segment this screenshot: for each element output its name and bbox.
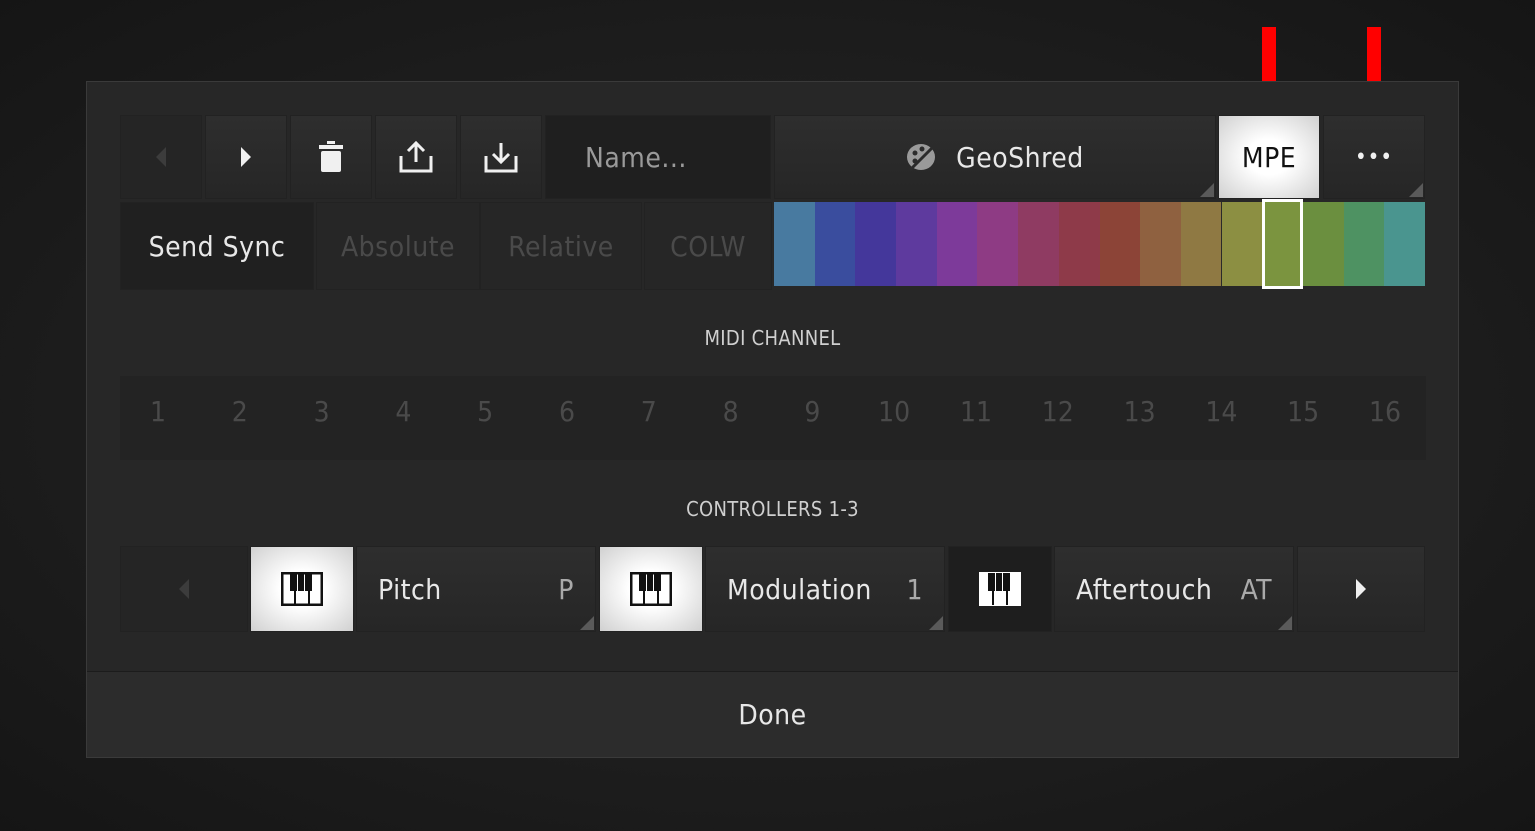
controller-1-name: Pitch [378, 572, 442, 606]
chevron-left-icon [179, 579, 189, 599]
midi-channel-6[interactable]: 6 [537, 395, 597, 428]
color-swatch[interactable] [1384, 202, 1426, 286]
controller-1-keyboard-button[interactable] [250, 546, 354, 632]
midi-channel-2[interactable]: 2 [210, 395, 270, 428]
chevron-right-icon [1356, 579, 1366, 599]
controller-1-select[interactable]: Pitch P [356, 546, 596, 632]
color-swatch[interactable] [1099, 202, 1141, 286]
more-icon: ••• [1354, 144, 1394, 170]
palette-icon [907, 142, 938, 172]
controllers-next-button[interactable] [1297, 546, 1425, 632]
colw-label: COLW [670, 229, 746, 263]
controller-1-code: P [558, 572, 574, 606]
mpe-button[interactable]: MPE [1218, 115, 1320, 199]
midi-channel-title: MIDI CHANNEL [704, 326, 841, 350]
colw-button[interactable]: COLW [644, 202, 772, 290]
mpe-label: MPE [1241, 140, 1297, 174]
color-swatch[interactable] [814, 202, 856, 286]
color-swatch[interactable] [977, 202, 1019, 286]
midi-channel-9[interactable]: 9 [782, 395, 842, 428]
color-swatch[interactable] [1262, 199, 1304, 289]
color-swatch[interactable] [1180, 202, 1222, 286]
controller-2-name: Modulation [727, 572, 872, 606]
color-swatch[interactable] [774, 202, 815, 286]
controller-3-code: AT [1240, 572, 1272, 606]
controller-3-name: Aftertouch [1076, 572, 1213, 606]
absolute-button[interactable]: Absolute [316, 202, 480, 290]
preset-selector[interactable]: GeoShred [774, 115, 1216, 199]
midi-channel-11[interactable]: 11 [946, 395, 1006, 428]
piano-icon [979, 572, 1021, 606]
download-icon [484, 143, 518, 173]
color-swatch[interactable] [855, 202, 897, 286]
color-swatch[interactable] [1302, 202, 1344, 286]
trash-icon [319, 141, 343, 172]
color-swatch[interactable] [1058, 202, 1100, 286]
controllers-prev-button[interactable] [120, 546, 248, 632]
controller-3-keyboard-button[interactable] [948, 546, 1052, 632]
prev-preset-button[interactable] [120, 115, 202, 199]
import-button[interactable] [460, 115, 542, 199]
color-swatch[interactable] [1140, 202, 1182, 286]
controllers-title: CONTROLLERS 1-3 [686, 497, 859, 521]
midi-channel-1[interactable]: 1 [128, 395, 188, 428]
name-placeholder: Name... [585, 140, 687, 174]
midi-channel-14[interactable]: 14 [1191, 395, 1251, 428]
midi-channel-4[interactable]: 4 [373, 395, 433, 428]
chevron-left-icon [156, 147, 166, 167]
palette-divider [1221, 202, 1222, 286]
controller-3-select[interactable]: Aftertouch AT [1054, 546, 1294, 632]
midi-channel-3[interactable]: 3 [292, 395, 352, 428]
controller-2-keyboard-button[interactable] [599, 546, 703, 632]
color-swatch[interactable] [936, 202, 978, 286]
name-field[interactable]: Name... [545, 115, 771, 199]
color-swatch[interactable] [1343, 202, 1385, 286]
color-swatch[interactable] [1221, 202, 1263, 286]
midi-channel-16[interactable]: 16 [1355, 395, 1415, 428]
send-sync-button[interactable]: Send Sync [120, 202, 314, 290]
done-button[interactable]: Done [87, 671, 1458, 757]
export-button[interactable] [375, 115, 457, 199]
midi-channel-7[interactable]: 7 [619, 395, 679, 428]
midi-channel-12[interactable]: 12 [1028, 395, 1088, 428]
color-swatch[interactable] [896, 202, 938, 286]
midi-channel-8[interactable]: 8 [701, 395, 761, 428]
preset-name: GeoShred [956, 140, 1084, 174]
absolute-label: Absolute [340, 229, 456, 263]
more-options-button[interactable]: ••• [1323, 115, 1425, 199]
share-icon [399, 140, 433, 173]
send-sync-label: Send Sync [148, 229, 286, 263]
delete-button[interactable] [290, 115, 372, 199]
play-button[interactable] [205, 115, 287, 199]
done-label: Done [738, 698, 807, 731]
midi-channel-10[interactable]: 10 [864, 395, 924, 428]
midi-channel-5[interactable]: 5 [455, 395, 515, 428]
controller-2-select[interactable]: Modulation 1 [705, 546, 945, 632]
color-swatch[interactable] [1018, 202, 1060, 286]
play-icon [241, 147, 251, 167]
controller-2-code: 1 [906, 572, 923, 606]
relative-label: Relative [508, 229, 614, 263]
piano-icon [281, 572, 323, 606]
relative-button[interactable]: Relative [480, 202, 642, 290]
piano-icon [630, 572, 672, 606]
midi-channel-15[interactable]: 15 [1273, 395, 1333, 428]
midi-channel-13[interactable]: 13 [1110, 395, 1170, 428]
